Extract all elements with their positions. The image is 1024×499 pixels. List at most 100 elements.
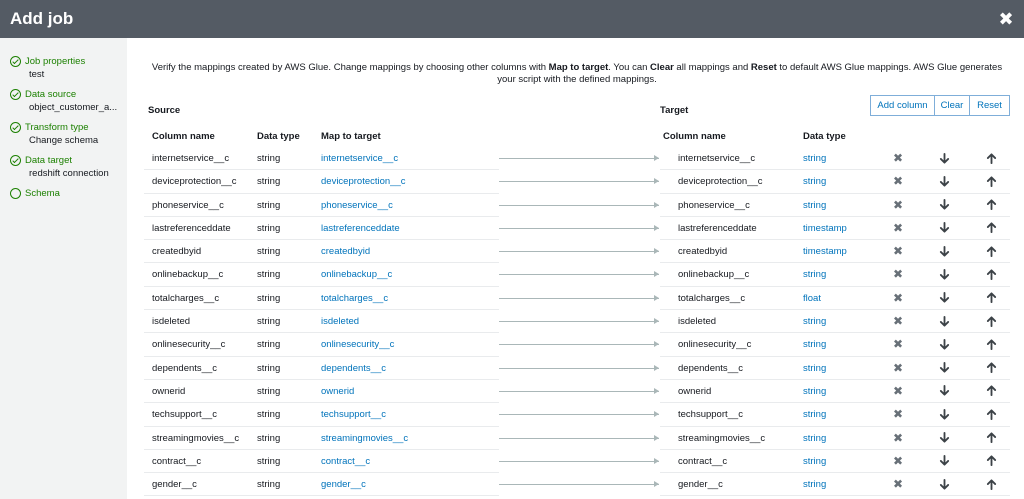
map-to-target-link[interactable]: gender__c bbox=[321, 479, 366, 490]
map-to-target-link[interactable]: totalcharges__c bbox=[321, 293, 388, 304]
map-to-target-link[interactable]: lastreferenceddate bbox=[321, 223, 400, 234]
target-data-type-link[interactable]: timestamp bbox=[803, 223, 847, 234]
close-icon[interactable]: ✖ bbox=[891, 174, 905, 188]
close-icon[interactable]: ✖ bbox=[891, 431, 905, 445]
arrow-down-icon[interactable] bbox=[937, 221, 951, 235]
table-row: internetservice__c string internetservice_… bbox=[127, 147, 1024, 171]
map-to-target-link[interactable]: streamingmovies__c bbox=[321, 433, 408, 444]
source-data-type: string bbox=[257, 455, 281, 467]
arrow-up-icon[interactable] bbox=[984, 431, 998, 445]
close-icon[interactable]: ✖ bbox=[891, 244, 905, 258]
map-to-target-link[interactable]: dependents__c bbox=[321, 363, 386, 374]
map-to-target-link[interactable]: isdeleted bbox=[321, 316, 359, 327]
close-icon[interactable]: ✖ bbox=[891, 267, 905, 281]
arrow-up-icon[interactable] bbox=[984, 337, 998, 351]
arrow-down-icon[interactable] bbox=[937, 454, 951, 468]
arrow-down-icon[interactable] bbox=[937, 291, 951, 305]
arrow-up-icon[interactable] bbox=[984, 244, 998, 258]
arrow-up-icon[interactable] bbox=[984, 267, 998, 281]
check-circle-icon bbox=[10, 154, 21, 166]
check-circle-icon bbox=[10, 88, 21, 100]
map-to-target-link[interactable]: ownerid bbox=[321, 386, 354, 397]
arrow-down-icon[interactable] bbox=[937, 477, 951, 491]
clear-button[interactable]: Clear bbox=[935, 95, 970, 116]
close-icon[interactable]: ✖ bbox=[891, 337, 905, 351]
close-icon[interactable]: ✖ bbox=[891, 151, 905, 165]
wizard-step[interactable]: Job properties bbox=[10, 54, 127, 68]
map-to-target-link[interactable]: onlinebackup__c bbox=[321, 269, 392, 280]
map-to-target-link[interactable]: techsupport__c bbox=[321, 409, 386, 420]
arrow-down-icon[interactable] bbox=[937, 431, 951, 445]
arrow-down-icon[interactable] bbox=[937, 384, 951, 398]
wizard-step[interactable]: Transform type bbox=[10, 120, 127, 134]
arrow-down-icon[interactable] bbox=[937, 361, 951, 375]
arrow-up-icon[interactable] bbox=[984, 361, 998, 375]
target-data-type-link[interactable]: string bbox=[803, 479, 826, 490]
arrow-up-icon[interactable] bbox=[984, 384, 998, 398]
arrow-up-icon[interactable] bbox=[984, 151, 998, 165]
target-data-type-link[interactable]: string bbox=[803, 153, 826, 164]
source-column-name: dependents__c bbox=[152, 362, 217, 374]
arrow-up-icon[interactable] bbox=[984, 198, 998, 212]
source-column-name: onlinesecurity__c bbox=[152, 339, 226, 351]
arrow-down-icon[interactable] bbox=[937, 244, 951, 258]
source-title: Source bbox=[148, 105, 181, 116]
wizard-step[interactable]: Data target bbox=[10, 153, 127, 167]
target-data-type-link[interactable]: string bbox=[803, 386, 826, 397]
wizard-step[interactable]: Data source bbox=[10, 87, 127, 101]
target-data-type-link[interactable]: string bbox=[803, 269, 826, 280]
add-column-button[interactable]: Add column bbox=[870, 95, 935, 116]
wizard-step[interactable]: Schema bbox=[10, 186, 127, 200]
map-to-target-link[interactable]: contract__c bbox=[321, 456, 370, 467]
target-data-type-link[interactable]: timestamp bbox=[803, 246, 847, 257]
arrow-down-icon[interactable] bbox=[937, 198, 951, 212]
close-icon[interactable]: ✖ bbox=[891, 291, 905, 305]
arrow-up-icon[interactable] bbox=[984, 314, 998, 328]
close-icon[interactable]: ✖ bbox=[891, 477, 905, 491]
close-icon[interactable]: ✖ bbox=[891, 384, 905, 398]
target-data-type-link[interactable]: string bbox=[803, 456, 826, 467]
map-to-target-link[interactable]: phoneservice__c bbox=[321, 200, 393, 211]
target-data-type-link[interactable]: string bbox=[803, 363, 826, 374]
arrow-down-icon[interactable] bbox=[937, 314, 951, 328]
source-column-name-header: Column name bbox=[152, 131, 215, 142]
close-icon[interactable]: ✖ bbox=[891, 407, 905, 421]
target-data-type-link[interactable]: string bbox=[803, 433, 826, 444]
table-row: onlinesecurity__c string onlinesecurity__c… bbox=[127, 333, 1024, 357]
arrow-down-icon[interactable] bbox=[937, 407, 951, 421]
target-data-type-link[interactable]: string bbox=[803, 316, 826, 327]
arrow-up-icon[interactable] bbox=[984, 221, 998, 235]
mapping-arrow bbox=[499, 178, 659, 185]
arrow-up-icon[interactable] bbox=[984, 291, 998, 305]
description-text: . You can bbox=[608, 62, 651, 73]
map-to-target-link[interactable]: onlinesecurity__c bbox=[321, 339, 394, 350]
arrow-down-icon[interactable] bbox=[937, 267, 951, 281]
target-data-type-link[interactable]: string bbox=[803, 176, 826, 187]
source-column-name: isdeleted bbox=[152, 316, 191, 328]
close-icon[interactable]: ✖ bbox=[998, 9, 1014, 30]
target-data-type-link[interactable]: string bbox=[803, 409, 826, 420]
map-to-target-link[interactable]: internetservice__c bbox=[321, 153, 398, 164]
target-data-type-link[interactable]: string bbox=[803, 200, 826, 211]
arrow-up-icon[interactable] bbox=[984, 407, 998, 421]
map-to-target-link[interactable]: deviceprotection__c bbox=[321, 176, 406, 187]
close-icon[interactable]: ✖ bbox=[891, 314, 905, 328]
close-icon[interactable]: ✖ bbox=[891, 361, 905, 375]
arrow-down-icon[interactable] bbox=[937, 337, 951, 351]
reset-button[interactable]: Reset bbox=[970, 95, 1010, 116]
arrow-down-icon[interactable] bbox=[937, 174, 951, 188]
wizard-step-label: Schema bbox=[25, 187, 60, 199]
target-data-type-link[interactable]: string bbox=[803, 339, 826, 350]
close-icon[interactable]: ✖ bbox=[891, 198, 905, 212]
arrow-up-icon[interactable] bbox=[984, 454, 998, 468]
close-icon[interactable]: ✖ bbox=[891, 221, 905, 235]
source-data-type: string bbox=[257, 362, 281, 374]
arrow-up-icon[interactable] bbox=[984, 477, 998, 491]
map-to-target-link[interactable]: createdbyid bbox=[321, 246, 370, 257]
arrow-down-icon[interactable] bbox=[937, 151, 951, 165]
target-data-type-link[interactable]: float bbox=[803, 293, 821, 304]
arrow-up-icon[interactable] bbox=[984, 174, 998, 188]
wizard-step-label: Transform type bbox=[25, 121, 89, 133]
close-icon[interactable]: ✖ bbox=[891, 454, 905, 468]
table-row: lastreferenceddate string lastreferencedda… bbox=[127, 217, 1024, 241]
